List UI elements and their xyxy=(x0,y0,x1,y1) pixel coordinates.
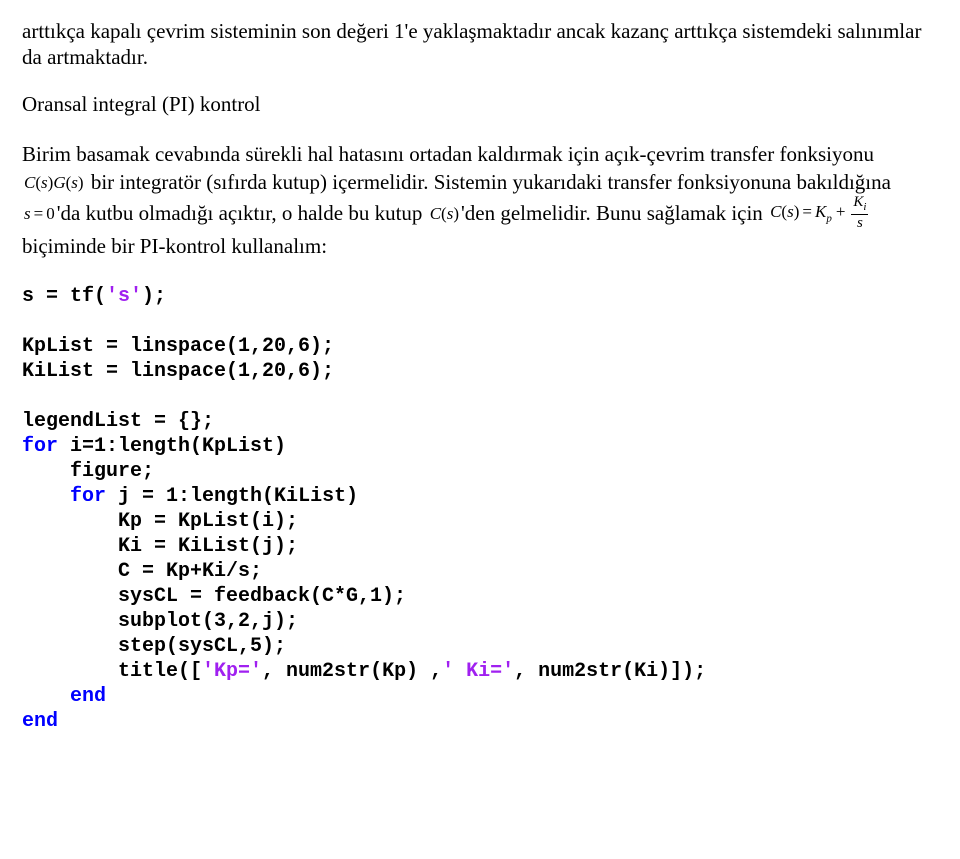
code-line-17: end xyxy=(22,685,106,708)
math-csgs: C(s)G(s) xyxy=(22,173,86,192)
math-cs: C(s) xyxy=(428,204,461,223)
code-line-4: KiList = linspace(1,20,6); xyxy=(22,360,334,383)
code-line-10: Kp = KpList(i); xyxy=(22,510,298,533)
code-line-6: legendList = {}; xyxy=(22,410,214,433)
code-line-11: Ki = KiList(j); xyxy=(22,535,298,558)
body-text-a: Birim basamak cevabında sürekli hal hata… xyxy=(22,142,874,166)
code-line-15: step(sysCL,5); xyxy=(22,635,286,658)
code-line-12: C = Kp+Ki/s; xyxy=(22,560,262,583)
code-line-7: for i=1:length(KpList) xyxy=(22,435,286,458)
code-line-13: sysCL = feedback(C*G,1); xyxy=(22,585,406,608)
code-line-8: figure; xyxy=(22,460,154,483)
math-cdef: C(s)=Kp+Kis xyxy=(768,202,872,221)
code-line-18: end xyxy=(22,710,58,733)
body-text-c: 'da kutbu olmadığı açıktır, o halde bu k… xyxy=(57,201,428,225)
code-line-3: KpList = linspace(1,20,6); xyxy=(22,335,334,358)
code-line-16: title(['Kp=', num2str(Kp) ,' Ki=', num2s… xyxy=(22,660,706,683)
section-heading: Oransal integral (PI) kontrol xyxy=(22,91,938,117)
paragraph-intro: arttıkça kapalı çevrim sisteminin son de… xyxy=(22,18,938,71)
code-line-14: subplot(3,2,j); xyxy=(22,610,298,633)
code-line-9: for j = 1:length(KiList) xyxy=(22,485,358,508)
body-text-d: 'den gelmelidir. Bunu sağlamak için xyxy=(461,201,768,225)
body-text-e: biçiminde bir PI-kontrol kullanalım: xyxy=(22,234,327,258)
code-block: s = tf('s'); KpList = linspace(1,20,6); … xyxy=(22,284,938,734)
paragraph-body: Birim basamak cevabında sürekli hal hata… xyxy=(22,139,938,260)
code-line-1: s = tf('s'); xyxy=(22,285,166,308)
body-text-b: bir integratör (sıfırda kutup) içermelid… xyxy=(86,170,891,194)
math-s-eq-0: s=0 xyxy=(22,204,57,223)
